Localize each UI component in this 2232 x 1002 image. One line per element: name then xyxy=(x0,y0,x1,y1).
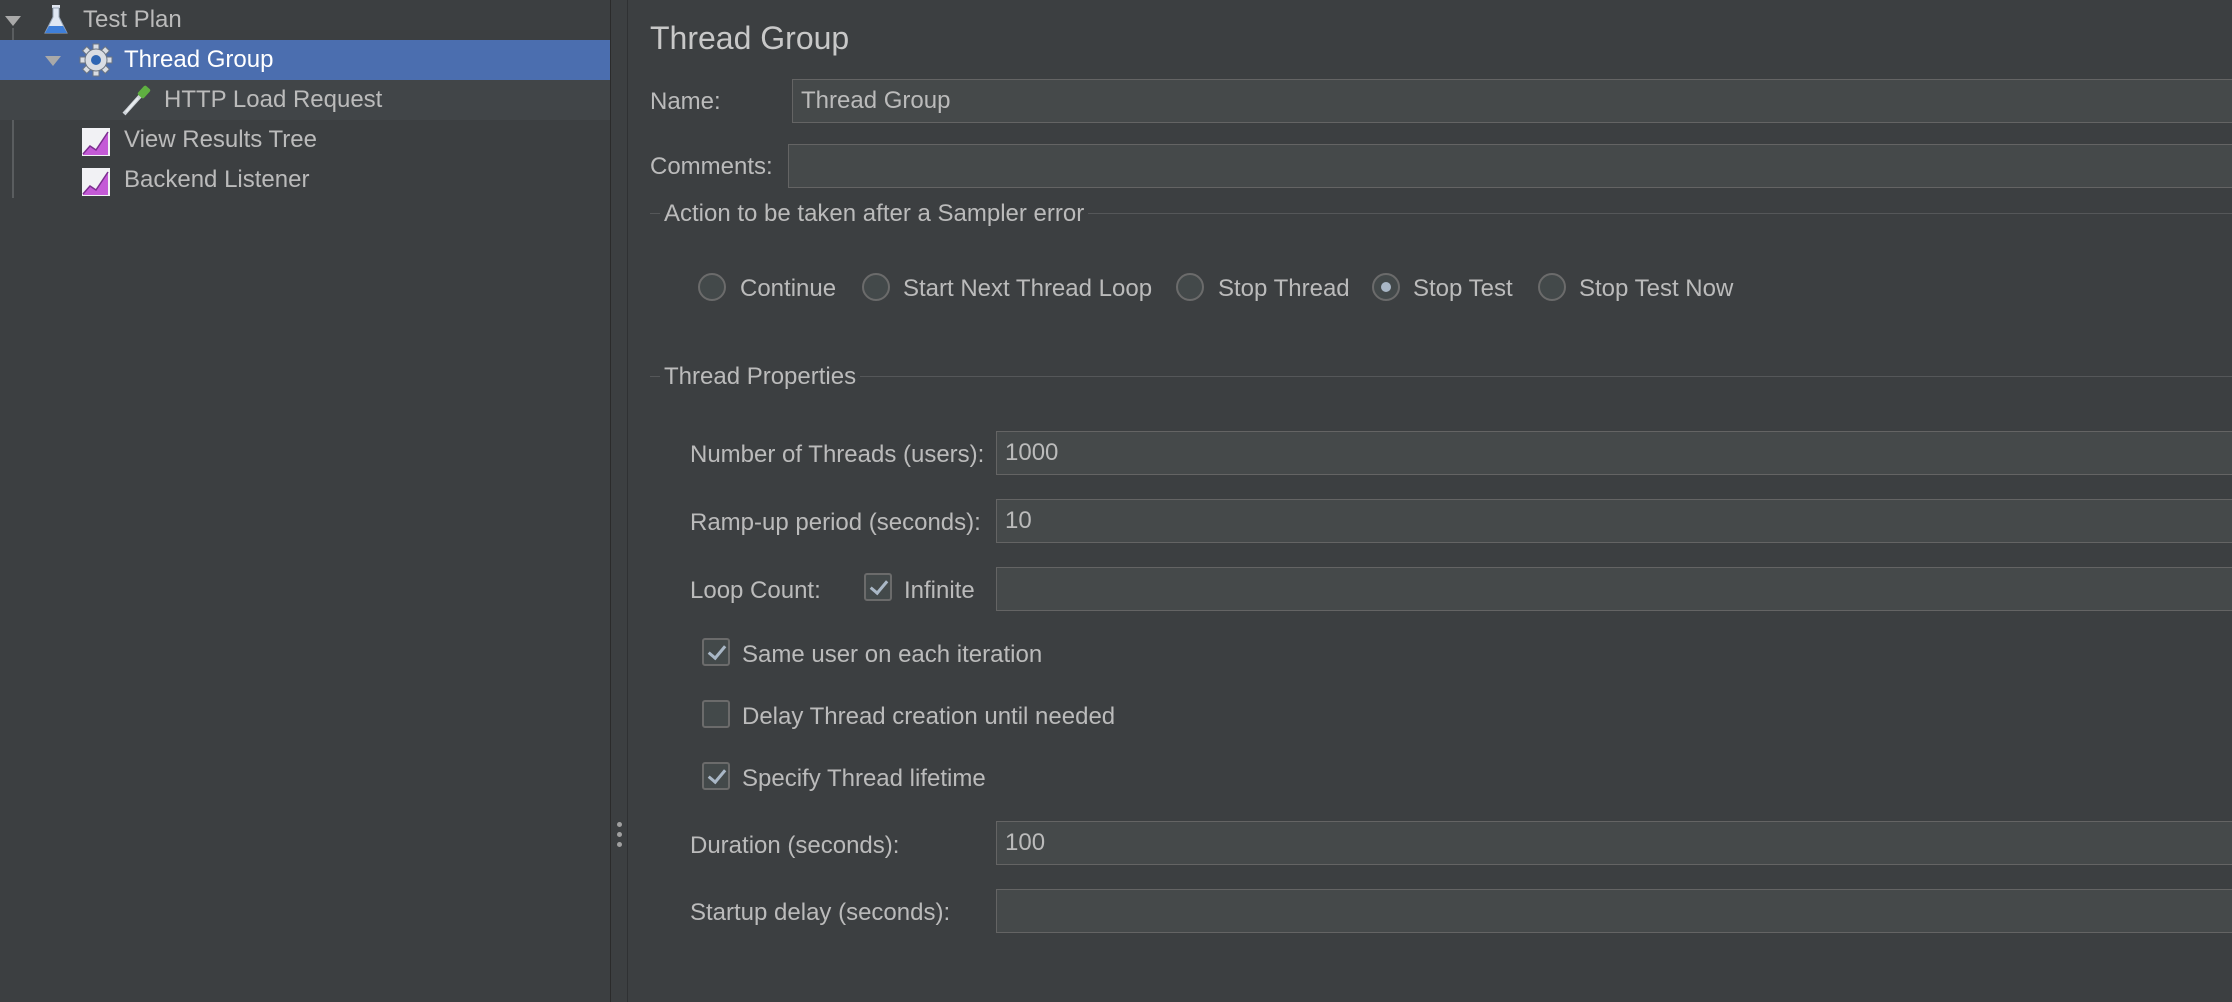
startup-delay-label: Startup delay (seconds): xyxy=(690,899,951,926)
name-field[interactable] xyxy=(792,79,2232,123)
pane-splitter[interactable] xyxy=(610,0,628,1002)
splitter-grip-icon xyxy=(617,822,622,827)
stop-test-label[interactable]: Stop Test xyxy=(1413,275,1513,303)
tree-item-label: HTTP Load Request xyxy=(164,86,383,113)
chart-icon xyxy=(82,128,110,156)
stop-test-radio[interactable] xyxy=(1372,273,1400,301)
thread-properties-section-title: Thread Properties xyxy=(660,363,861,391)
duration-field[interactable] xyxy=(996,821,2232,865)
pipette-icon xyxy=(122,85,151,116)
collapse-arrow-icon[interactable] xyxy=(5,16,21,26)
threads-field[interactable] xyxy=(996,431,2232,475)
stop-thread-radio[interactable] xyxy=(1176,273,1204,301)
start-next-thread-loop-radio[interactable] xyxy=(862,273,890,301)
same-user-label[interactable]: Same user on each iteration xyxy=(742,641,1042,669)
thread-lifetime-checkbox[interactable] xyxy=(702,762,730,790)
startup-delay-field[interactable] xyxy=(996,889,2232,933)
stop-test-now-radio[interactable] xyxy=(1538,273,1566,301)
section-divider xyxy=(650,376,2232,377)
thread-group-panel: Thread Group Name: Comments: Action to b… xyxy=(628,0,2232,1002)
collapse-arrow-icon[interactable] xyxy=(45,56,61,66)
tree-item-label: Thread Group xyxy=(124,46,274,73)
tree-item-label: View Results Tree xyxy=(124,126,317,153)
start-next-thread-loop-label[interactable]: Start Next Thread Loop xyxy=(903,275,1152,303)
chart-icon xyxy=(82,168,110,196)
delay-thread-creation-label[interactable]: Delay Thread creation until needed xyxy=(742,703,1115,731)
tree-item-test-plan[interactable]: Test Plan xyxy=(0,0,610,40)
thread-lifetime-label[interactable]: Specify Thread lifetime xyxy=(742,765,986,793)
threads-label: Number of Threads (users): xyxy=(690,441,985,468)
splitter-grip-icon xyxy=(617,832,622,837)
stop-thread-label[interactable]: Stop Thread xyxy=(1218,275,1350,303)
continue-radio[interactable] xyxy=(698,273,726,301)
tree-item-label: Test Plan xyxy=(83,6,182,33)
rampup-label: Ramp-up period (seconds): xyxy=(690,509,981,536)
gear-icon xyxy=(79,43,113,77)
comments-field[interactable] xyxy=(788,144,2232,188)
tree-item-http-load-request[interactable]: HTTP Load Request xyxy=(0,80,610,120)
duration-label: Duration (seconds): xyxy=(690,832,900,859)
sampler-error-section-title: Action to be taken after a Sampler error xyxy=(660,200,1089,228)
loop-count-label: Loop Count: xyxy=(690,577,821,604)
delay-thread-creation-checkbox[interactable] xyxy=(702,700,730,728)
tree-item-thread-group[interactable]: Thread Group xyxy=(0,40,610,80)
infinite-checkbox[interactable] xyxy=(864,573,892,601)
page-title: Thread Group xyxy=(650,20,850,56)
stop-test-now-label[interactable]: Stop Test Now xyxy=(1579,275,1733,303)
tree-item-label: Backend Listener xyxy=(124,166,310,193)
name-label: Name: xyxy=(650,88,721,115)
rampup-field[interactable] xyxy=(996,499,2232,543)
tree-item-view-results-tree[interactable]: View Results Tree xyxy=(0,120,610,160)
infinite-label[interactable]: Infinite xyxy=(904,577,975,605)
test-plan-tree[interactable]: Test Plan Thread Group HTTP Load Request… xyxy=(0,0,610,1002)
comments-label: Comments: xyxy=(650,153,773,180)
same-user-checkbox[interactable] xyxy=(702,638,730,666)
splitter-grip-icon xyxy=(617,842,622,847)
continue-label[interactable]: Continue xyxy=(740,275,836,303)
tree-item-backend-listener[interactable]: Backend Listener xyxy=(0,160,610,200)
loop-count-field[interactable] xyxy=(996,567,2232,611)
flask-icon xyxy=(44,5,68,34)
